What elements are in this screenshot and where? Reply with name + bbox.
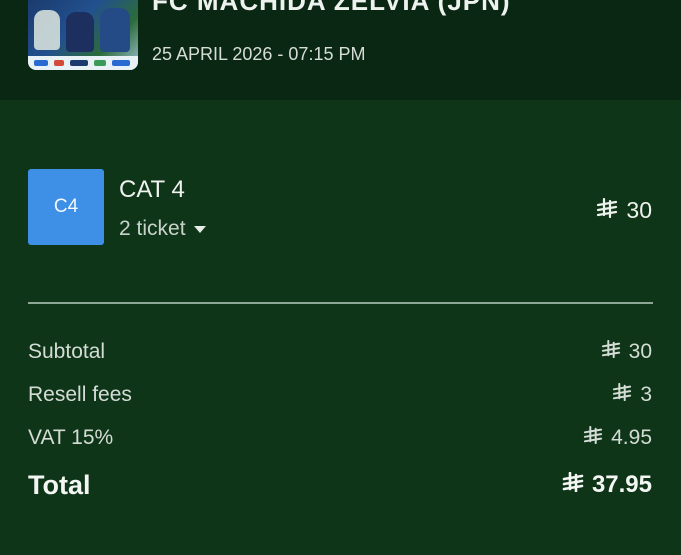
fees-value: 3	[640, 383, 652, 406]
total-amount: 37.95	[562, 471, 652, 499]
saudi-riyal-icon	[583, 425, 603, 450]
player-figure	[34, 10, 60, 50]
event-header: FC MACHIDA ZELVIA (JPN) 25 APRIL 2026 - …	[0, 0, 681, 100]
saudi-riyal-icon	[562, 471, 584, 499]
vat-value: 4.95	[611, 426, 652, 449]
ticket-price-value: 30	[626, 197, 652, 223]
subtotal-amount: 30	[601, 339, 652, 364]
event-thumbnail	[28, 0, 138, 70]
ticket-quantity-dropdown[interactable]: 2 ticket	[119, 217, 206, 241]
total-label: Total	[28, 470, 91, 500]
vat-label: VAT 15%	[28, 426, 114, 449]
total-value: 37.95	[591, 471, 652, 498]
vat-amount: 4.95	[583, 425, 652, 450]
player-figure	[100, 8, 130, 52]
ticket-quantity-label: 2 ticket	[119, 217, 186, 240]
event-title: FC MACHIDA ZELVIA (JPN)	[152, 0, 511, 16]
subtotal-value: 30	[628, 340, 652, 363]
category-badge: C4	[28, 169, 104, 245]
ticket-price: 30	[596, 197, 652, 224]
event-date: 25 APRIL 2026 - 07:15 PM	[152, 44, 366, 64]
saudi-riyal-icon	[596, 197, 618, 224]
saudi-riyal-icon	[601, 339, 621, 364]
category-name: CAT 4	[119, 176, 185, 203]
fees-label: Resell fees	[28, 383, 132, 406]
sponsor-strip	[28, 56, 138, 70]
player-figure	[66, 12, 94, 52]
fees-amount: 3	[612, 382, 652, 407]
subtotal-label: Subtotal	[28, 340, 106, 363]
caret-down-icon	[193, 225, 206, 233]
checkout-page: FC MACHIDA ZELVIA (JPN) 25 APRIL 2026 - …	[0, 0, 681, 555]
section-divider	[28, 302, 653, 304]
saudi-riyal-icon	[612, 382, 632, 407]
